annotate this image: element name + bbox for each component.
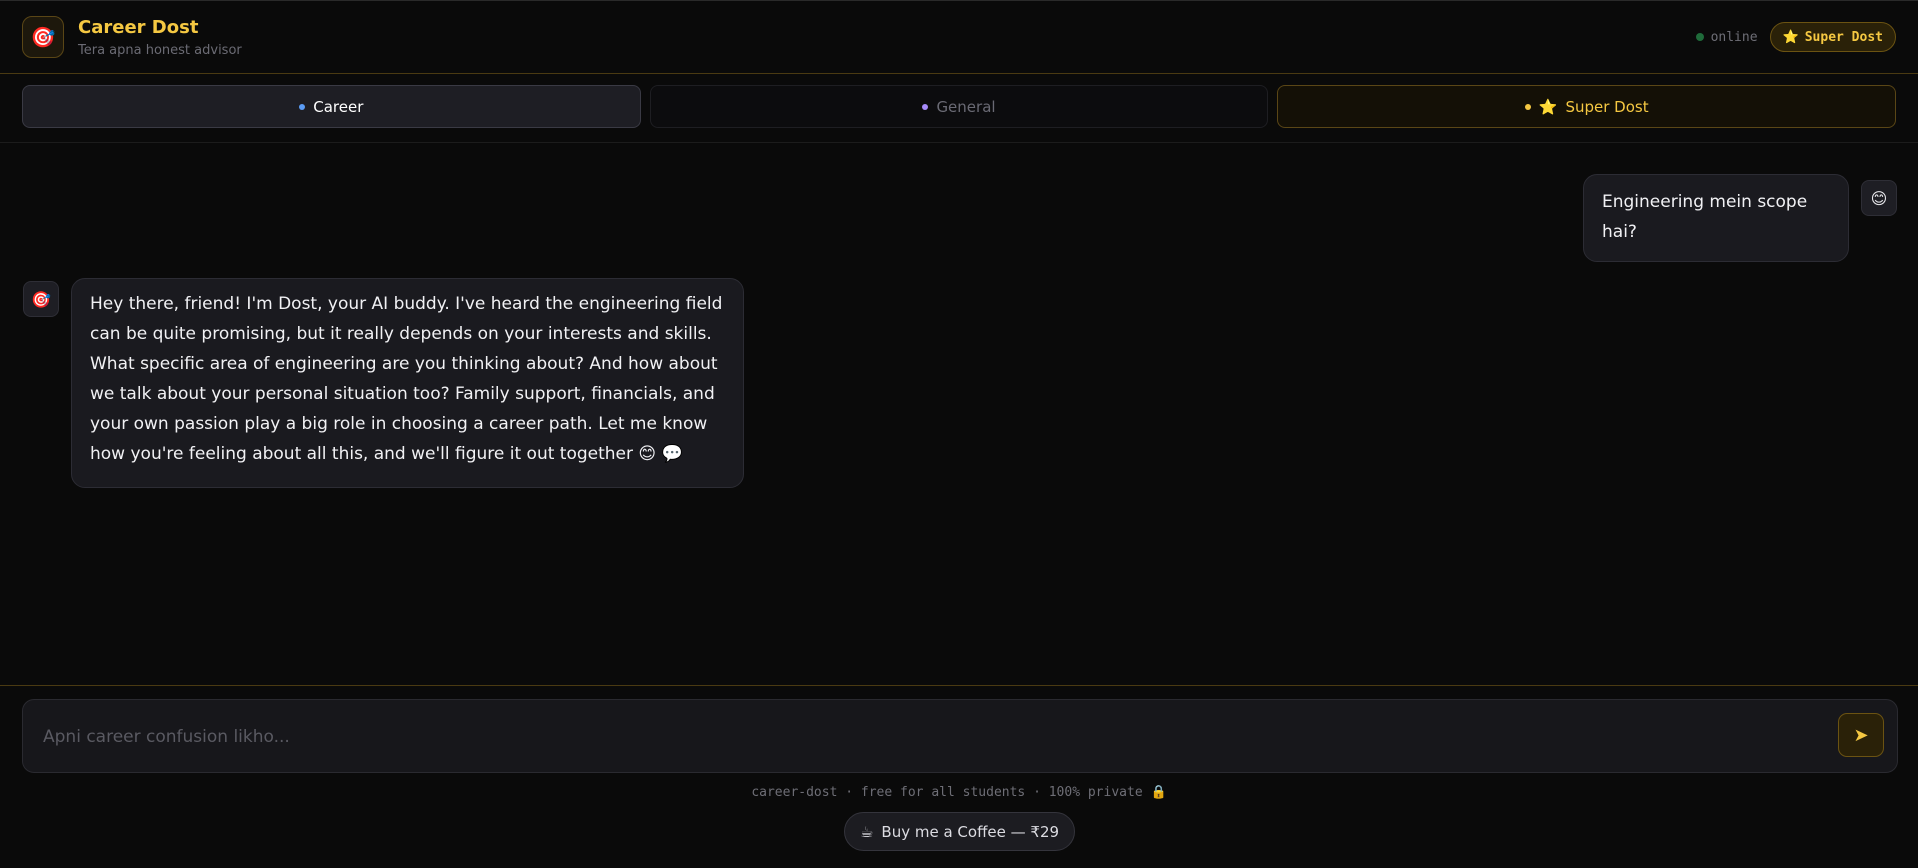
- chat-area[interactable]: 😊 Engineering mein scope hai? 🎯 Hey ther…: [0, 144, 1918, 685]
- send-icon: ➤: [1853, 724, 1869, 746]
- tab-general[interactable]: General: [649, 85, 1269, 128]
- app-title: Career Dost: [78, 16, 199, 38]
- super-dost-button[interactable]: ⭐ Super Dost: [1769, 22, 1896, 52]
- tab-dot-icon: [299, 103, 306, 110]
- footer-note: career-dost · free for all students · 10…: [751, 785, 1167, 800]
- tab-career[interactable]: Career: [22, 85, 641, 128]
- status-dot-icon: [1695, 33, 1704, 41]
- composer: ➤: [22, 699, 1898, 773]
- tab-general-label: General: [936, 97, 996, 116]
- message-input[interactable]: [43, 722, 1823, 752]
- bot-message: Hey there, friend! I'm Dost, your AI bud…: [71, 278, 744, 488]
- star-icon: ⭐: [1538, 97, 1558, 116]
- tab-dot-icon: [922, 103, 929, 110]
- app-header: 🎯 Career Dost Tera apna honest advisor o…: [0, 0, 1918, 74]
- user-message: Engineering mein scope hai?: [1583, 174, 1849, 262]
- header-actions: online ⭐ Super Dost: [1695, 22, 1896, 52]
- brand: Career Dost Tera apna honest advisor: [78, 17, 242, 58]
- tab-super-dost[interactable]: ⭐ Super Dost: [1277, 85, 1897, 128]
- coffee-icon: ☕: [859, 822, 874, 841]
- send-button[interactable]: ➤: [1838, 713, 1884, 757]
- bot-avatar-icon: 🎯: [23, 281, 59, 317]
- tab-super-dost-label: Super Dost: [1565, 97, 1649, 116]
- star-icon: ⭐: [1782, 29, 1799, 45]
- mode-tabs: Career General ⭐ Super Dost: [0, 75, 1918, 143]
- online-status: online: [1695, 29, 1758, 45]
- buy-coffee-button[interactable]: ☕ Buy me a Coffee — ₹29: [844, 812, 1075, 851]
- tab-career-label: Career: [313, 97, 364, 116]
- user-avatar-icon: 😊: [1861, 180, 1897, 216]
- super-dost-button-label: Super Dost: [1804, 29, 1883, 45]
- composer-area: ➤ career-dost · free for all students · …: [0, 685, 1918, 868]
- tab-dot-icon: [1524, 103, 1531, 110]
- buy-coffee-label: Buy me a Coffee — ₹29: [881, 822, 1060, 841]
- app-subtitle: Tera apna honest advisor: [78, 42, 242, 58]
- online-status-label: online: [1710, 29, 1758, 45]
- logo-icon: 🎯: [22, 16, 64, 58]
